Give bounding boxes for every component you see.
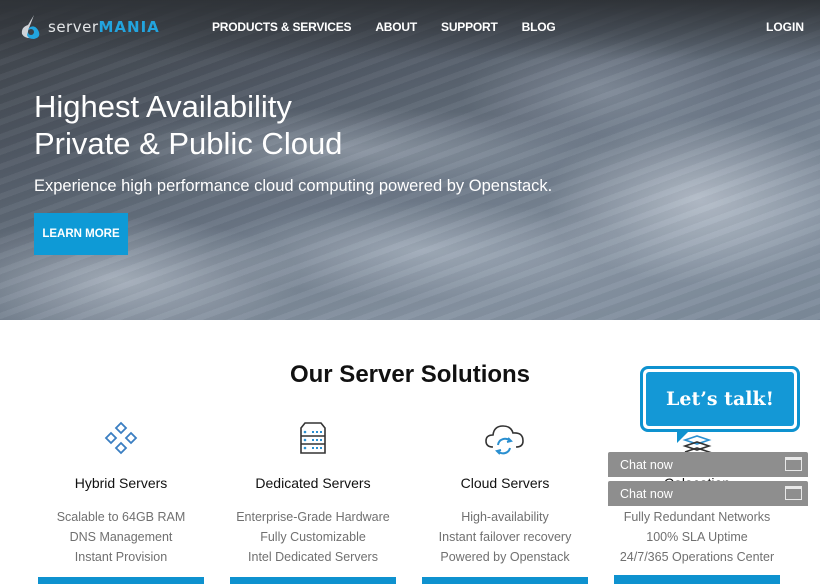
feature-list: High-availability Instant failover recov… (422, 507, 588, 567)
colocation-cta-button[interactable] (614, 575, 780, 584)
nav-products-services[interactable]: PRODUCTS & SERVICES (212, 20, 352, 34)
feature-list: Scalable to 64GB RAM DNS Management Inst… (38, 507, 204, 567)
learn-more-button[interactable]: LEARN MORE (34, 213, 128, 255)
feature-item: Instant failover recovery (438, 530, 572, 544)
logo-text: serverMANIA (48, 18, 160, 36)
feature-item: 100% SLA Uptime (646, 530, 748, 544)
cloud-cta-button[interactable] (422, 577, 588, 584)
logo-icon (16, 13, 44, 41)
lets-talk-label: Let’s talk! (646, 372, 794, 426)
cloud-sync-icon (422, 415, 588, 461)
chat-now-tab[interactable]: Chat now (608, 481, 808, 506)
solution-title: Hybrid Servers (74, 475, 168, 491)
hero-subtitle: Experience high performance cloud comput… (34, 177, 553, 195)
feature-item: DNS Management (69, 530, 173, 544)
solution-cloud: Cloud Servers High-availability Instant … (422, 415, 588, 584)
window-icon[interactable] (785, 457, 802, 471)
main-nav: PRODUCTS & SERVICES ABOUT SUPPORT BLOG (212, 20, 580, 34)
hero-title-line2: Private & Public Cloud (34, 126, 343, 161)
feature-item: Fully Redundant Networks (623, 510, 771, 524)
hero-title: Highest Availability Private & Public Cl… (34, 88, 342, 162)
feature-item: Scalable to 64GB RAM (56, 510, 186, 524)
nav-blog[interactable]: BLOG (522, 20, 556, 34)
hybrid-cta-button[interactable] (38, 577, 204, 584)
solution-title: Dedicated Servers (255, 475, 371, 491)
login-link[interactable]: LOGIN (766, 20, 804, 34)
feature-list: Enterprise-Grade Hardware Fully Customiz… (230, 507, 396, 567)
feature-item: Fully Customizable (260, 530, 366, 544)
feature-item: Intel Dedicated Servers (248, 550, 378, 564)
nav-support[interactable]: SUPPORT (441, 20, 498, 34)
chat-now-tab[interactable]: Chat now (608, 452, 808, 477)
feature-item: Instant Provision (74, 550, 168, 564)
servermania-logo[interactable]: serverMANIA (16, 12, 160, 42)
server-rack-icon (230, 415, 396, 461)
feature-item: 24/7/365 Operations Center (619, 550, 775, 564)
feature-item: High-availability (461, 510, 549, 524)
dedicated-cta-button[interactable] (230, 577, 396, 584)
diamonds-icon (38, 415, 204, 461)
speech-tail (677, 429, 691, 443)
solution-title: Cloud Servers (460, 475, 550, 491)
chat-now-label: Chat now (620, 457, 673, 472)
feature-item: Enterprise-Grade Hardware (236, 510, 390, 524)
window-icon[interactable] (785, 486, 802, 500)
lets-talk-bubble[interactable]: Let’s talk! (640, 366, 800, 443)
solution-dedicated: Dedicated Servers Enterprise-Grade Hardw… (230, 415, 396, 584)
feature-list: Fully Redundant Networks 100% SLA Uptime… (614, 507, 780, 567)
chat-now-label: Chat now (620, 486, 673, 501)
nav-about[interactable]: ABOUT (375, 20, 417, 34)
solution-hybrid: Hybrid Servers Scalable to 64GB RAM DNS … (38, 415, 204, 584)
feature-item: Powered by Openstack (440, 550, 570, 564)
hero-title-line1: Highest Availability (34, 89, 292, 124)
